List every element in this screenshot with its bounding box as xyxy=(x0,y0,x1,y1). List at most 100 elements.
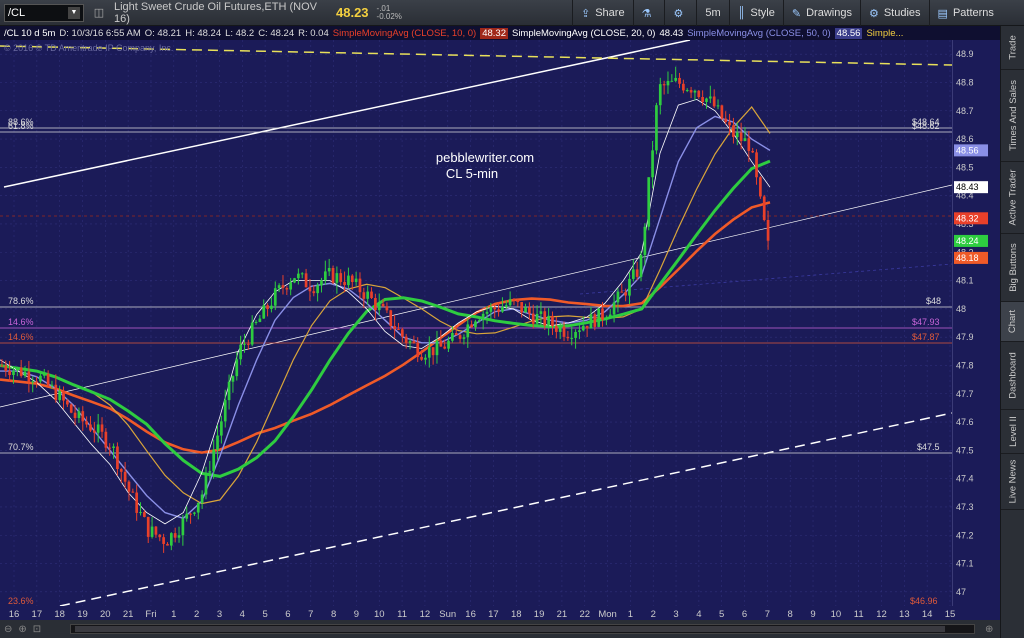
candle-body xyxy=(562,326,566,337)
candle-body xyxy=(689,90,693,93)
zoom-box-icon[interactable]: ⊡ xyxy=(33,624,41,635)
info-range: R: 0.04 xyxy=(298,27,329,39)
time-tick-label: 17 xyxy=(488,609,499,620)
symbol-input[interactable]: /CL ▼ xyxy=(4,3,84,22)
candle-body xyxy=(601,308,604,320)
tab-active-trader[interactable]: Active Trader xyxy=(1001,162,1024,234)
candle-body xyxy=(374,298,377,311)
time-tick-label: 11 xyxy=(854,609,864,620)
time-tick-label: 3 xyxy=(673,609,678,620)
drawings-button[interactable]: ✎ Drawings xyxy=(782,0,860,26)
candle-body xyxy=(743,138,747,142)
time-axis[interactable]: 16 17 18 19 20 21 Fri 1 2 3 4 5 6 7 8 9 10 11 12 Sun 16 17 18 1… xyxy=(0,606,1000,620)
candle-body xyxy=(343,281,346,286)
tab-chart[interactable]: Chart xyxy=(1001,302,1024,342)
candle-body xyxy=(250,322,254,345)
flask-button[interactable]: ⚗ xyxy=(632,0,665,26)
candle-body xyxy=(397,329,400,331)
timeframe-button[interactable]: 5m xyxy=(696,0,728,26)
candle-body xyxy=(354,278,358,283)
time-tick-label: 16 xyxy=(9,609,20,620)
candle-body xyxy=(435,340,439,356)
tab-level-ii[interactable]: Level II xyxy=(1001,410,1024,454)
candle-body xyxy=(381,303,385,307)
candle-body xyxy=(554,325,558,332)
candle-body xyxy=(169,533,173,546)
candle-body xyxy=(162,537,165,544)
candle-body xyxy=(220,421,223,436)
patterns-button[interactable]: ▤ Patterns xyxy=(928,0,1002,26)
candle-body xyxy=(759,177,762,197)
candle-body xyxy=(466,324,470,338)
candle-body xyxy=(146,516,150,537)
candle-body xyxy=(58,390,62,401)
chart-plot-area[interactable]: © 2016 © TD Ameritrade IP Company, Inc. … xyxy=(0,39,953,607)
candle-body xyxy=(678,77,681,84)
candle-body xyxy=(739,132,743,142)
tab-trade[interactable]: Trade xyxy=(1001,26,1024,70)
time-tick-label: 21 xyxy=(123,609,134,620)
time-tick-label: 22 xyxy=(579,609,590,620)
zoom-out-icon[interactable]: ⊖ xyxy=(4,624,12,635)
pencil-icon: ✎ xyxy=(791,7,802,20)
candle-body xyxy=(512,299,516,301)
studies-button[interactable]: ⚙ Studies xyxy=(859,0,929,26)
chevron-down-icon[interactable]: ▼ xyxy=(68,6,80,19)
candle-body xyxy=(273,288,277,306)
tab-times-and-sales[interactable]: Times And Sales xyxy=(1001,70,1024,162)
tab-live-news[interactable]: Live News xyxy=(1001,454,1024,510)
time-tick-label: 7 xyxy=(765,609,770,620)
patterns-label: Patterns xyxy=(952,7,994,19)
price-flag-label: 48.56 xyxy=(956,145,979,155)
candle-body xyxy=(631,269,635,279)
candle-body xyxy=(327,267,331,272)
candle-body xyxy=(616,291,620,303)
info-sma10: SimpleMovingAvg (CLOSE, 10, 0) xyxy=(332,27,477,39)
sma-orange-line[interactable] xyxy=(0,106,771,505)
sma-green-line[interactable] xyxy=(0,159,771,478)
link-icon[interactable]: ◫ xyxy=(92,6,106,20)
settings-button[interactable]: ⚙ xyxy=(664,0,696,26)
horizontal-scrollbar[interactable] xyxy=(70,624,975,634)
time-tick-label: 3 xyxy=(217,609,222,620)
candle-body xyxy=(551,315,554,326)
candle-body xyxy=(608,314,612,319)
candle-body xyxy=(720,105,724,119)
time-tick-label: 15 xyxy=(945,609,956,620)
zoom-in-icon[interactable]: ⊕ xyxy=(18,624,26,635)
candle-body xyxy=(35,381,38,383)
upper-trendline[interactable] xyxy=(3,39,691,188)
candlesticks[interactable] xyxy=(0,66,770,553)
candle-body xyxy=(724,118,728,122)
candle-body xyxy=(451,332,454,341)
tab-big-buttons[interactable]: Big Buttons xyxy=(1001,234,1024,302)
candle-body xyxy=(46,373,50,386)
scrollbar-thumb[interactable] xyxy=(75,626,945,632)
candle-body xyxy=(66,400,69,405)
tab-dashboard[interactable]: Dashboard xyxy=(1001,342,1024,410)
candle-body xyxy=(39,375,42,382)
level-label-4862: $48.62 xyxy=(912,121,940,131)
time-tick-label: 8 xyxy=(331,609,336,620)
candle-body xyxy=(735,132,739,137)
candle-body xyxy=(112,446,115,448)
share-button[interactable]: ⇪ Share xyxy=(572,0,633,26)
candle-body xyxy=(19,367,23,376)
time-tick-label: 14 xyxy=(922,609,933,620)
instrument-name: Light Sweet Crude Oil Futures,ETH (NOV 1… xyxy=(114,0,317,25)
candle-body xyxy=(0,365,4,367)
candle-body xyxy=(81,411,85,422)
candle-body xyxy=(266,305,269,309)
price-tick-label: 47.9 xyxy=(956,332,974,342)
sma-red-line[interactable] xyxy=(0,201,771,454)
candle-body xyxy=(747,138,751,151)
candle-body xyxy=(23,371,27,376)
expand-icon[interactable]: ⊕ xyxy=(985,624,993,635)
candle-body xyxy=(246,343,250,345)
thin-channel-line[interactable] xyxy=(0,184,953,408)
candle-body xyxy=(285,288,289,290)
style-button[interactable]: ║ Style xyxy=(728,0,783,26)
time-tick-label: 2 xyxy=(651,609,656,620)
price-axis[interactable]: 48.948.848.748.648.548.448.348.248.14847… xyxy=(952,40,1000,606)
change-percent: -0.02% xyxy=(376,11,402,21)
